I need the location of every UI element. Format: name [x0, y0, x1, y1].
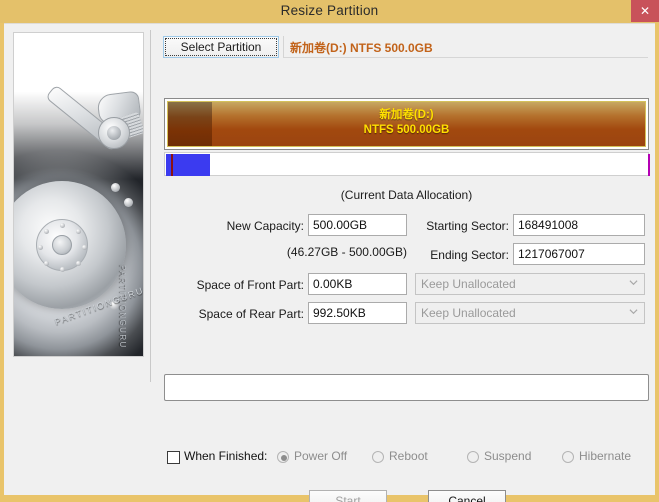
rear-part-input[interactable] — [308, 302, 407, 324]
progress-log-box — [164, 374, 649, 401]
front-part-action-select[interactable]: Keep Unallocated — [415, 273, 645, 295]
partition-volume-info: NTFS 500.00GB — [363, 124, 450, 136]
allocation-start-marker — [171, 154, 173, 176]
finish-option-label: Hibernate — [579, 449, 632, 463]
new-capacity-input[interactable] — [308, 214, 407, 236]
partition-block-text: 新加卷(D:) NTFS 500.00GB — [168, 108, 645, 138]
starting-sector-label: Starting Sector: — [426, 219, 509, 233]
when-finished-row: When Finished: Power Off Reboot Suspend … — [164, 449, 649, 469]
radio-icon — [562, 451, 574, 463]
spindle-screw — [44, 261, 49, 266]
panel-divider — [150, 30, 151, 382]
radio-icon — [467, 451, 479, 463]
spindle-screw — [60, 223, 65, 228]
data-allocation-bar — [164, 152, 650, 176]
radio-icon — [277, 451, 289, 463]
new-capacity-label: New Capacity: — [226, 219, 304, 233]
disk-spindle-hub — [52, 235, 72, 255]
spindle-screw — [76, 229, 81, 234]
hard-disk-illustration: PARTITIONGURU PARTITIONGURU — [13, 32, 144, 357]
partition-block[interactable]: 新加卷(D:) NTFS 500.00GB — [167, 101, 646, 147]
partition-map[interactable]: 新加卷(D:) NTFS 500.00GB — [164, 98, 649, 150]
selected-partition-label: 新加卷(D:) NTFS 500.0GB — [290, 41, 433, 55]
case-screw — [124, 198, 133, 207]
case-screw — [111, 183, 120, 192]
actuator-pivot-center — [107, 126, 121, 140]
ending-sector-input[interactable] — [513, 243, 645, 265]
brand-watermark-vertical: PARTITIONGURU — [118, 265, 127, 349]
rear-part-action-value: Keep Unallocated — [421, 306, 516, 320]
spindle-screw — [38, 245, 43, 250]
finish-option-label: Reboot — [389, 449, 428, 463]
data-allocation-caption: (Current Data Allocation) — [340, 188, 473, 202]
finish-option-label: Power Off — [294, 449, 348, 463]
when-finished-checkbox[interactable] — [167, 451, 180, 464]
window-titlebar: Resize Partition ✕ — [0, 0, 659, 23]
front-part-input[interactable] — [308, 273, 407, 295]
window-title: Resize Partition — [280, 3, 379, 18]
cancel-button[interactable]: Cancel — [428, 490, 506, 502]
resize-partition-dialog: Resize Partition ✕ PARTITIONGURU PARTITI… — [0, 0, 659, 502]
select-partition-button[interactable]: Select Partition — [163, 36, 279, 58]
chevron-down-icon — [629, 309, 638, 315]
front-part-label: Space of Front Part: — [196, 278, 304, 292]
finish-option-label: Suspend — [484, 449, 532, 463]
spindle-screw — [76, 261, 81, 266]
spindle-screw — [44, 229, 49, 234]
spindle-screw — [60, 267, 65, 272]
allocation-end-marker — [648, 154, 650, 176]
front-part-action-value: Keep Unallocated — [421, 277, 516, 291]
selected-partition-field: 新加卷(D:) NTFS 500.0GB — [283, 36, 648, 58]
ending-sector-label: Ending Sector: — [430, 248, 509, 262]
radio-icon — [372, 451, 384, 463]
capacity-range-hint: (46.27GB - 500.00GB) — [286, 245, 407, 259]
when-finished-label: When Finished: — [184, 449, 268, 463]
spindle-screw — [82, 245, 87, 250]
chevron-down-icon — [629, 280, 638, 286]
rear-part-label: Space of Rear Part: — [198, 307, 304, 321]
close-icon[interactable]: ✕ — [631, 0, 659, 22]
starting-sector-input[interactable] — [513, 214, 645, 236]
rear-part-action-select[interactable]: Keep Unallocated — [415, 302, 645, 324]
start-button[interactable]: Start — [309, 490, 387, 502]
dialog-client-area: PARTITIONGURU PARTITIONGURU Select Parti… — [4, 23, 655, 502]
partition-volume-name: 新加卷(D:) — [379, 109, 434, 121]
